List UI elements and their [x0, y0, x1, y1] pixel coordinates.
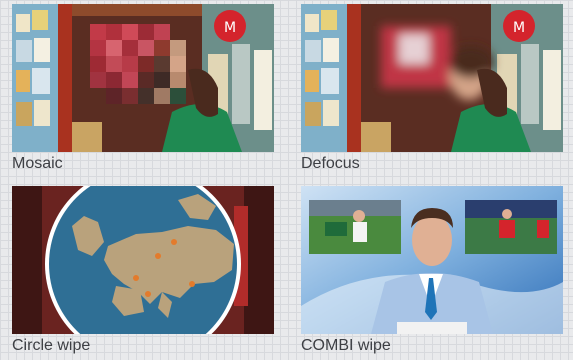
- news-anchor-image: [301, 186, 563, 334]
- shop-scene-image: M: [12, 4, 274, 152]
- defocus-thumbnail: M: [301, 4, 563, 152]
- circle-wipe-tile[interactable]: Circle wipe: [12, 186, 274, 354]
- europe-map-image: [12, 186, 274, 334]
- combi-wipe-thumbnail: [301, 186, 563, 334]
- shop-scene-image: M: [301, 4, 563, 152]
- combi-wipe-tile[interactable]: COMBI wipe: [301, 186, 563, 354]
- svg-text:M: M: [513, 20, 525, 36]
- svg-text:M: M: [224, 20, 236, 36]
- circle-wipe-thumbnail: [12, 186, 274, 334]
- mosaic-caption: Mosaic: [12, 155, 63, 172]
- mosaic-tile[interactable]: M Mosaic: [12, 4, 274, 172]
- defocus-tile[interactable]: M Defocus: [301, 4, 563, 172]
- circle-wipe-caption: Circle wipe: [12, 337, 91, 354]
- mosaic-thumbnail: M: [12, 4, 274, 152]
- combi-wipe-caption: COMBI wipe: [301, 337, 391, 354]
- defocus-caption: Defocus: [301, 155, 360, 172]
